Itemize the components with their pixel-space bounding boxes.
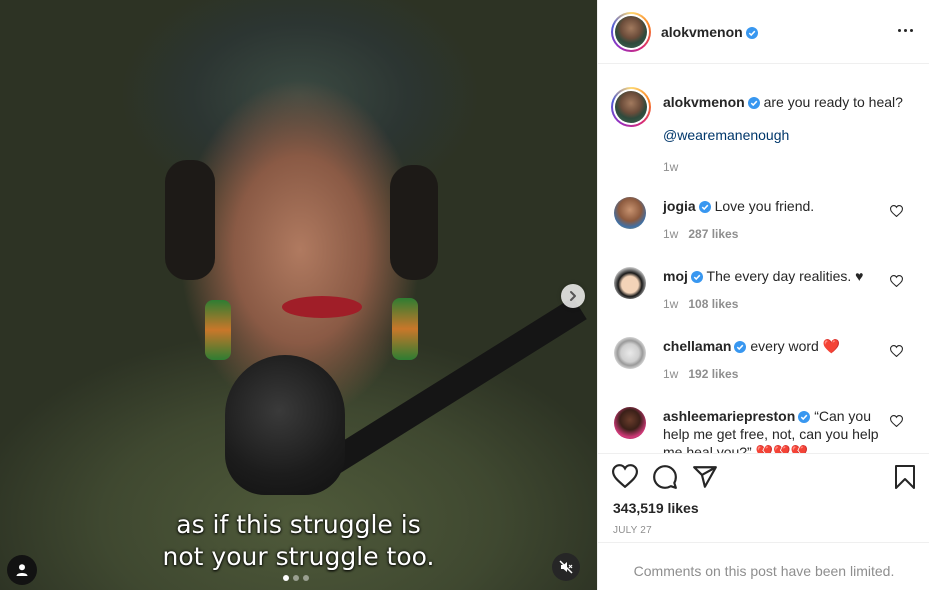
author-username-text[interactable]: alokvmenon bbox=[661, 24, 743, 40]
carousel-indicator bbox=[283, 575, 309, 581]
headphone-left bbox=[165, 160, 215, 280]
carousel-dot bbox=[303, 575, 309, 581]
headphone-right bbox=[390, 165, 438, 280]
mute-button[interactable] bbox=[552, 553, 580, 581]
caption-line: alokvmenon are you ready to heal? bbox=[663, 93, 913, 111]
comment-text: chellaman every word ❤️ bbox=[663, 337, 893, 355]
verified-badge-icon bbox=[698, 201, 711, 213]
bookmark-save-icon[interactable] bbox=[894, 464, 916, 490]
comments-list[interactable]: alokvmenon are you ready to heal? @weare… bbox=[598, 64, 929, 453]
earring-right bbox=[392, 298, 418, 360]
commenter-username[interactable]: moj bbox=[663, 268, 688, 284]
lips bbox=[282, 296, 362, 318]
commenter-avatar[interactable] bbox=[614, 337, 646, 369]
carousel-next-button[interactable] bbox=[561, 284, 585, 308]
speaker-muted-icon bbox=[559, 560, 573, 574]
commenter-avatar[interactable] bbox=[614, 267, 646, 299]
author-username[interactable]: alokvmenon bbox=[661, 24, 758, 40]
comment-meta: 1w 287 likes bbox=[663, 227, 738, 241]
person-icon bbox=[16, 564, 28, 576]
earring-left bbox=[205, 300, 231, 360]
comment-text: moj The every day realities. ♥ bbox=[663, 267, 893, 285]
caption-avatar[interactable] bbox=[611, 87, 651, 127]
caption-username[interactable]: alokvmenon bbox=[663, 94, 745, 110]
more-options-icon[interactable] bbox=[898, 29, 913, 32]
comment-body: Love you friend. bbox=[714, 198, 815, 214]
caption-text: are you ready to heal? bbox=[763, 94, 903, 110]
comment-meta: 1w 192 likes bbox=[663, 367, 738, 381]
comment-item: chellaman every word ❤️ 1w 192 likes bbox=[598, 337, 929, 407]
comment-like-heart-icon[interactable] bbox=[890, 275, 903, 287]
comment-item: jogia Love you friend. 1w 287 likes bbox=[598, 197, 929, 267]
comment-item: moj The every day realities. ♥ 1w 108 lik… bbox=[598, 267, 929, 337]
verified-badge-icon bbox=[747, 97, 760, 109]
post-date[interactable]: JULY 27 bbox=[613, 525, 652, 536]
comment-bubble-icon[interactable] bbox=[652, 464, 678, 490]
commenter-avatar[interactable] bbox=[614, 197, 646, 229]
likes-count[interactable]: 343,519 likes bbox=[613, 500, 699, 516]
post-header: alokvmenon bbox=[598, 0, 929, 64]
comment-like-heart-icon[interactable] bbox=[890, 205, 903, 217]
comment-like-heart-icon[interactable] bbox=[890, 345, 903, 357]
commenter-username[interactable]: ashleemariepreston bbox=[663, 408, 795, 424]
comment-item: ashleemariepreston “Can you help me get … bbox=[598, 407, 929, 453]
comment-body: every word ❤️ bbox=[750, 338, 841, 354]
post-actions: 343,519 likes JULY 27 bbox=[598, 453, 929, 543]
comment-age[interactable]: 1w bbox=[663, 367, 678, 381]
caption-mention-link[interactable]: @wearemanenough bbox=[663, 127, 789, 143]
tagged-users-button[interactable] bbox=[7, 555, 37, 585]
like-heart-icon[interactable] bbox=[612, 464, 638, 488]
comment-age[interactable]: 1w bbox=[663, 227, 678, 241]
comment-like-heart-icon[interactable] bbox=[890, 415, 903, 427]
comment-age[interactable]: 1w bbox=[663, 297, 678, 311]
commenter-avatar[interactable] bbox=[614, 407, 646, 439]
carousel-dot bbox=[283, 575, 289, 581]
post-sidebar: alokvmenon alokvmenon are you ready to h… bbox=[597, 0, 929, 590]
microphone bbox=[225, 355, 345, 495]
commenter-username[interactable]: jogia bbox=[663, 198, 696, 214]
video-subtitle-line-1: as if this struggle is bbox=[176, 510, 421, 539]
caption-age[interactable]: 1w bbox=[663, 160, 678, 174]
comment-body: The every day realities. ♥ bbox=[706, 268, 864, 284]
share-send-icon[interactable] bbox=[692, 464, 718, 490]
post-media[interactable]: as if this struggle is not your struggle… bbox=[0, 0, 597, 590]
comment-likes[interactable]: 287 likes bbox=[688, 227, 738, 241]
verified-badge-icon bbox=[690, 271, 703, 283]
comment-likes[interactable]: 192 likes bbox=[688, 367, 738, 381]
comment-likes[interactable]: 108 likes bbox=[688, 297, 738, 311]
comment-text: jogia Love you friend. bbox=[663, 197, 893, 215]
video-subtitle-line-2: not your struggle too. bbox=[162, 542, 435, 571]
verified-badge-icon bbox=[745, 27, 758, 39]
comments-limited-notice: Comments on this post have been limited. bbox=[598, 542, 929, 590]
carousel-dot bbox=[293, 575, 299, 581]
chevron-right-icon bbox=[570, 291, 576, 301]
verified-badge-icon bbox=[798, 411, 811, 423]
comment-meta: 1w 108 likes bbox=[663, 297, 738, 311]
commenter-username[interactable]: chellaman bbox=[663, 338, 731, 354]
author-avatar[interactable] bbox=[611, 12, 651, 52]
comment-text: ashleemariepreston “Can you help me get … bbox=[663, 407, 893, 453]
verified-badge-icon bbox=[734, 341, 747, 353]
